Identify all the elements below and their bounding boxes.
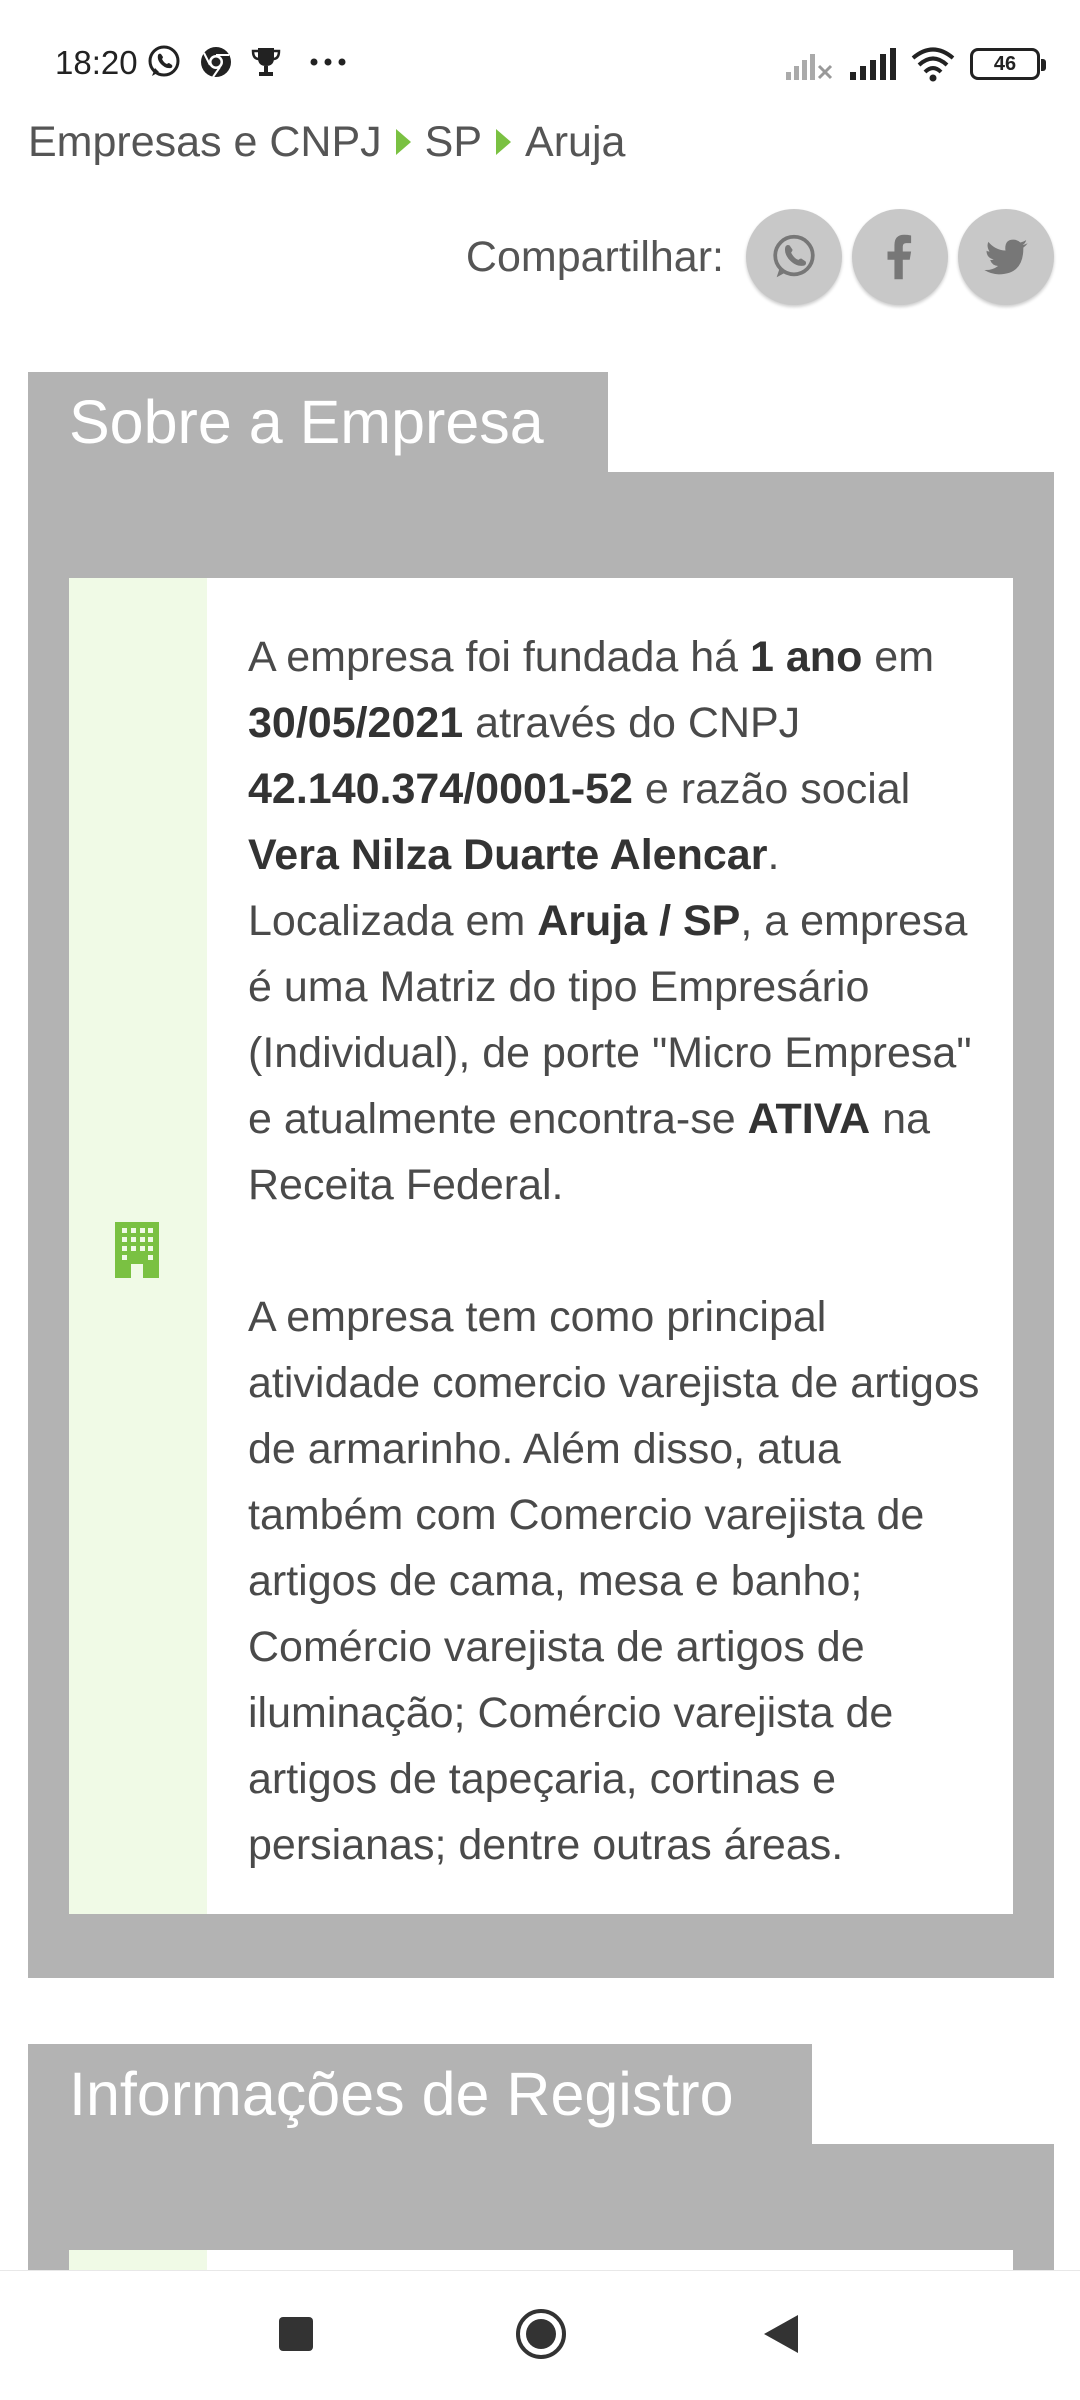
registration-info-panel [28, 2144, 1054, 2290]
no-signal-icon [786, 54, 833, 80]
wifi-icon [911, 47, 955, 82]
cnpj-number: 42.140.374/0001-52 [248, 765, 633, 813]
breadcrumb-item-sp[interactable]: SP [425, 118, 482, 167]
about-company-panel: A empresa foi fundada há 1 ano em 30/05/… [28, 472, 1054, 1978]
trophy-icon [251, 48, 281, 76]
signal-icon [850, 48, 896, 80]
founding-date: 30/05/2021 [248, 699, 464, 747]
company-name: Vera Nilza Duarte Alencar [248, 831, 768, 879]
text-span: e razão social [632, 765, 911, 813]
registration-info-section: Informações de Registro [28, 2044, 1054, 2290]
battery-icon: 46 [970, 48, 1046, 80]
company-age: 1 ano [750, 633, 863, 681]
about-paragraph-1: A empresa foi fundada há 1 ano em 30/05/… [248, 624, 985, 1218]
share-label: Compartilhar: [465, 232, 724, 281]
share-twitter-button[interactable] [958, 209, 1054, 305]
text-span: em [862, 633, 935, 681]
system-nav-bar [0, 2270, 1080, 2400]
back-button[interactable] [760, 2313, 800, 2355]
about-company-title: Sobre a Empresa [28, 372, 608, 472]
text-span: através do CNPJ [463, 699, 801, 747]
content-side-bar [69, 578, 207, 1914]
breadcrumb-item-empresas[interactable]: Empresas e CNPJ [28, 118, 382, 167]
recent-apps-button[interactable] [277, 2315, 315, 2353]
building-icon [115, 1222, 159, 1278]
breadcrumb: Empresas e CNPJ SP Aruja [28, 112, 625, 172]
twitter-icon [984, 239, 1028, 275]
about-company-section: Sobre a Empresa A empresa foi fundada há… [28, 372, 1054, 1978]
status-right-icons: 46 [784, 44, 1046, 84]
whatsapp-icon [148, 45, 180, 77]
home-button[interactable] [514, 2307, 568, 2361]
registration-info-title-text: Informações de Registro [69, 2060, 734, 2128]
company-location: Aruja / SP [537, 897, 741, 945]
share-bar: Compartilhar: [466, 208, 1054, 306]
whatsapp-icon [773, 234, 815, 278]
status-time: 18:20 [55, 44, 138, 81]
status-bar: 18:20 46 [0, 0, 1080, 120]
share-facebook-button[interactable] [852, 209, 948, 305]
breadcrumb-item-aruja: Aruja [525, 117, 626, 166]
text-span: A empresa foi fundada há [248, 633, 751, 681]
about-paragraph-2: A empresa tem como principal atividade c… [248, 1293, 980, 1869]
company-status: ATIVA [747, 1095, 871, 1143]
about-company-text: A empresa foi fundada há 1 ano em 30/05/… [207, 578, 1013, 1914]
about-company-title-text: Sobre a Empresa [69, 388, 544, 456]
more-dots-icon [310, 58, 346, 66]
registration-info-title: Informações de Registro [28, 2044, 812, 2144]
chrome-icon [201, 47, 231, 78]
facebook-icon [887, 234, 912, 280]
share-whatsapp-button[interactable] [746, 209, 842, 305]
chevron-right-icon [395, 129, 411, 155]
chevron-right-icon [496, 129, 512, 155]
about-company-content: A empresa foi fundada há 1 ano em 30/05/… [69, 578, 1013, 1914]
